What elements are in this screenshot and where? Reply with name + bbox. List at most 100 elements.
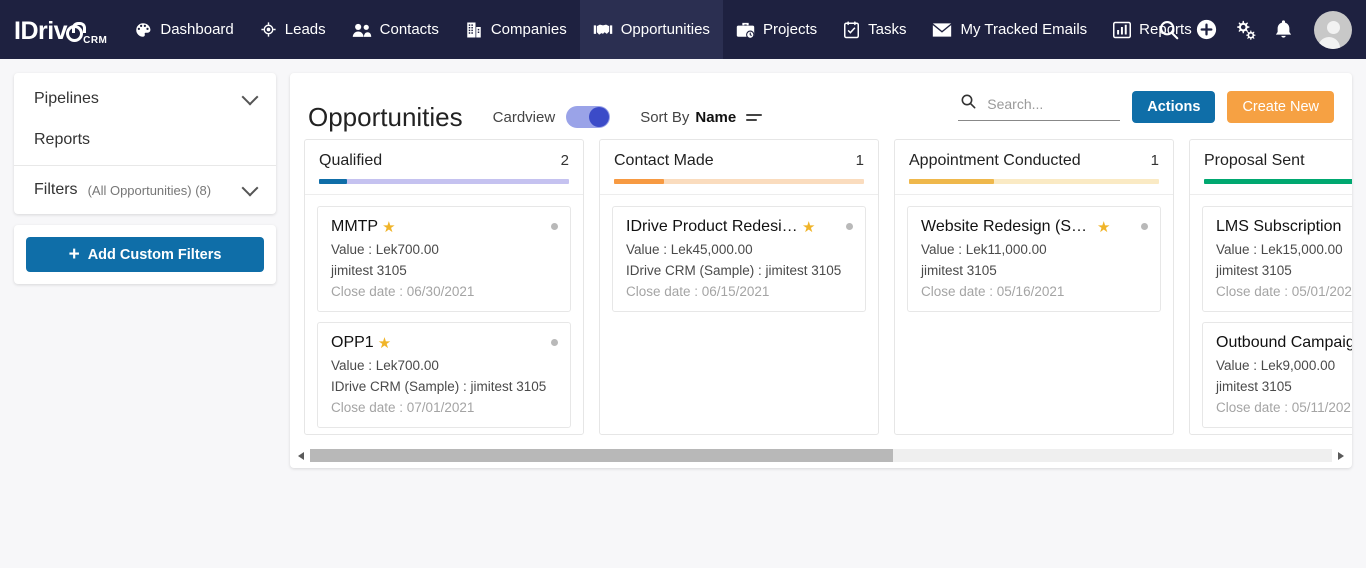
card-value: Value : Lek11,000.00: [921, 242, 1047, 257]
column-count: 2: [560, 152, 569, 169]
scroll-right-arrow-icon[interactable]: [1336, 448, 1344, 463]
kanban-viewport: Qualified 2 MMTP ★ Value: Lek700.00 jim…: [290, 139, 1352, 446]
search-icon[interactable]: [1158, 19, 1179, 40]
card-value: Value : Lek15,000.00: [1216, 242, 1343, 257]
nav-item-opportunities[interactable]: Opportunities: [579, 0, 723, 59]
card-status-dot[interactable]: [551, 339, 558, 346]
create-new-button[interactable]: Create New: [1227, 91, 1334, 123]
column-title: Qualified: [319, 152, 383, 169]
column-progress-bar: [319, 179, 569, 184]
app-logo[interactable]: IDriv CRM: [0, 0, 121, 59]
filters-meta: (All Opportunities) (8): [87, 182, 212, 198]
nav-item-leads[interactable]: Leads: [247, 0, 339, 59]
card-value: Value : Lek700.00: [331, 358, 439, 373]
card-value: Value : Lek45,000.00: [626, 242, 753, 257]
nav-label: Contacts: [379, 21, 439, 38]
opportunity-card[interactable]: LMS Subscription Value : Lek15,000.00 ji…: [1202, 206, 1352, 312]
card-close-date: Close date : 05/11/2021: [1216, 400, 1352, 415]
star-icon[interactable]: ★: [802, 220, 815, 235]
opportunity-card[interactable]: Website Redesign (Sa… ★ Value : Lek11,00…: [907, 206, 1161, 312]
card-close-date: Close date : 06/30/2021: [331, 284, 475, 299]
plus-icon: +: [68, 244, 80, 265]
add-custom-filters-card: + Add Custom Filters: [14, 225, 276, 284]
nav-label: Leads: [284, 21, 326, 38]
panel-header: Opportunities Cardview Sort By Name Sear…: [290, 73, 1352, 139]
card-value: Value : Lek700.00: [331, 242, 439, 257]
search-icon: [960, 93, 976, 114]
opportunities-handshake-icon: [593, 21, 613, 39]
nav-label: My Tracked Emails: [960, 21, 1088, 38]
card-owner: jimitest 3105: [1216, 263, 1292, 278]
card-status-dot[interactable]: [1141, 223, 1148, 230]
horizontal-scrollbar[interactable]: [298, 448, 1344, 463]
scrollbar-thumb[interactable]: [310, 449, 893, 462]
search-input[interactable]: [987, 95, 1113, 112]
top-navbar: IDriv CRM Dashboard Leads Contacts Compa…: [0, 0, 1366, 59]
sidebar-item-pipelines[interactable]: Pipelines: [14, 73, 276, 119]
opportunity-card[interactable]: MMTP ★ Value : Lek700.00 jimitest 3105 C…: [317, 206, 571, 312]
card-title: MMTP: [331, 218, 379, 235]
card-owner: jimitest 3105: [1216, 379, 1292, 394]
sort-order-icon[interactable]: [746, 113, 763, 121]
column-progress-bar: [614, 179, 864, 184]
card-close-date: Close date : 05/01/2021: [1216, 284, 1352, 299]
cardview-toggle[interactable]: [566, 106, 611, 128]
column-header: Contact Made 1: [600, 140, 878, 194]
column-progress-bar: [909, 179, 1159, 184]
avatar-head: [1326, 20, 1340, 34]
card-status-dot[interactable]: [551, 223, 558, 230]
star-icon[interactable]: ★: [1097, 220, 1110, 235]
sidebar-item-filters[interactable]: Filters (All Opportunities) (8): [14, 166, 276, 214]
column-count: 1: [1150, 152, 1159, 169]
actions-button[interactable]: Actions: [1132, 91, 1216, 123]
card-title: IDrive Product Redesig…: [626, 218, 798, 235]
sort-by-control[interactable]: Sort By Name: [640, 109, 763, 126]
sidebar-item-label: Pipelines: [34, 90, 99, 107]
nav-item-dashboard[interactable]: Dashboard: [121, 0, 246, 59]
tasks-checklist-icon: [843, 20, 860, 39]
page-body: Pipelines Reports Filters (All Opportuni…: [0, 59, 1366, 568]
nav-item-my-tracked-emails[interactable]: My Tracked Emails: [919, 0, 1100, 59]
column-title: Proposal Sent: [1204, 152, 1305, 169]
scrollbar-track[interactable]: [310, 449, 1332, 462]
nav-label: Tasks: [868, 21, 907, 38]
kanban-column-appointment-conducted: Appointment Conducted 1 Website Redesign…: [894, 139, 1174, 435]
sidebar-item-reports[interactable]: Reports: [14, 119, 276, 161]
star-icon[interactable]: ★: [382, 220, 395, 235]
companies-building-icon: [465, 21, 483, 39]
column-cards: MMTP ★ Value : Lek700.00 jimitest 3105 C…: [305, 194, 583, 434]
sidebar-item-label: Reports: [34, 131, 91, 148]
avatar[interactable]: [1314, 10, 1352, 49]
card-owner: IDrive CRM (Sample) : jimitest 3105: [626, 263, 842, 278]
bell-notification-icon[interactable]: [1274, 19, 1293, 40]
reports-bars-icon: [1113, 21, 1132, 39]
opportunity-card[interactable]: Outbound Campaign Value : Lek9,000.00 ji…: [1202, 322, 1352, 428]
avatar-body: [1317, 36, 1340, 49]
logo-crm-suffix: CRM: [83, 35, 108, 46]
nav-item-tasks[interactable]: Tasks: [830, 0, 919, 59]
add-circle-icon[interactable]: [1196, 19, 1217, 40]
card-close-date: Close date : 06/15/2021: [626, 284, 770, 299]
search-box[interactable]: [958, 93, 1121, 121]
card-owner: jimitest 3105: [921, 263, 997, 278]
nav-items: Dashboard Leads Contacts Companies Oppor…: [121, 0, 1204, 59]
card-value: Value : Lek9,000.00: [1216, 358, 1336, 373]
star-icon[interactable]: ★: [378, 336, 391, 351]
card-title: Website Redesign (Sa…: [921, 218, 1093, 235]
add-custom-filters-button[interactable]: + Add Custom Filters: [26, 237, 264, 272]
card-status-dot[interactable]: [846, 223, 853, 230]
card-close-date: Close date : 05/16/2021: [921, 284, 1065, 299]
settings-gears-icon[interactable]: [1234, 19, 1257, 40]
nav-item-companies[interactable]: Companies: [452, 0, 580, 59]
page-title: Opportunities: [308, 101, 463, 132]
logo-text: IDriv: [14, 16, 87, 46]
column-header: Qualified 2: [305, 140, 583, 194]
nav-item-projects[interactable]: Projects: [723, 0, 830, 59]
sidebar-menu-card: Pipelines Reports Filters (All Opportuni…: [14, 73, 276, 214]
scroll-left-arrow-icon[interactable]: [298, 448, 306, 463]
cardview-control: Cardview: [493, 106, 611, 128]
opportunity-card[interactable]: OPP1 ★ Value : Lek700.00 IDrive CRM (Sam…: [317, 322, 571, 428]
kanban-column-qualified: Qualified 2 MMTP ★ Value: Lek700.00 jim…: [304, 139, 584, 435]
nav-item-contacts[interactable]: Contacts: [339, 0, 452, 59]
opportunity-card[interactable]: IDrive Product Redesig… ★ Value : Lek45,…: [612, 206, 866, 312]
